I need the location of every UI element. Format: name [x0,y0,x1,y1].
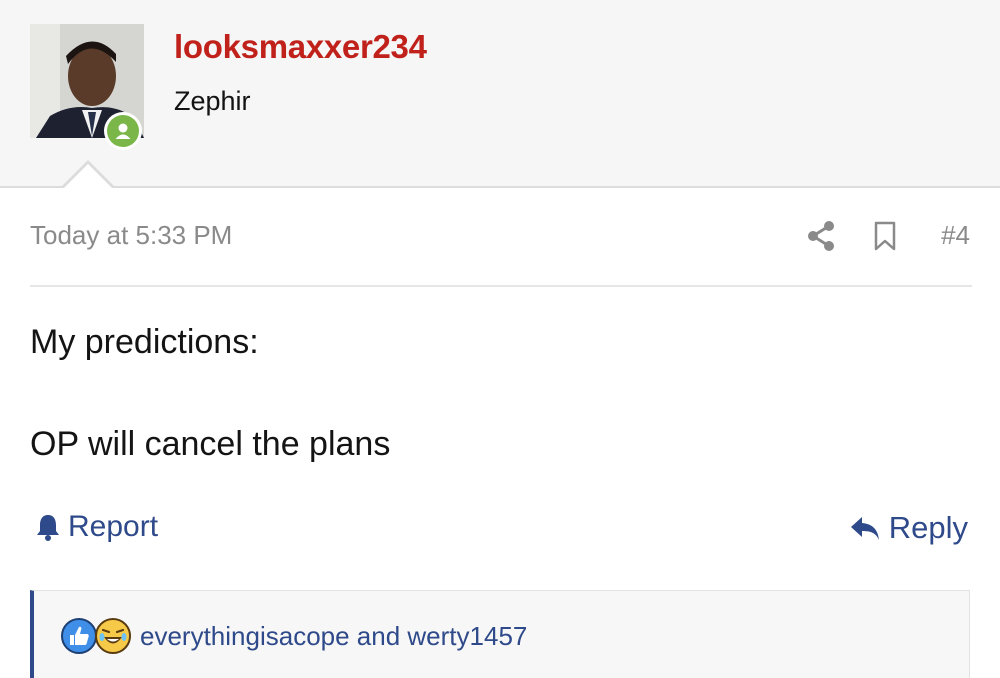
reply-label: Reply [888,510,968,545]
post-body-line: My predictions: [30,323,259,361]
header-pointer-fill [62,164,114,190]
user-icon [115,123,131,139]
user-header: looksmaxxer234 Zephir [0,0,1000,188]
reaction-users-link[interactable]: everythingisacope and werty1457 [140,621,527,652]
post-body: My predictions: OP will cancel the plans [30,322,390,464]
post-number-link[interactable]: #4 [941,220,970,251]
bell-icon [37,515,59,541]
report-button[interactable]: Report [34,510,158,544]
reply-arrow-icon [850,517,879,540]
bookmark-icon[interactable] [872,220,898,252]
reply-button[interactable]: Reply [849,510,968,546]
user-title: Zephir [174,86,251,116]
laugh-icon [95,618,131,654]
share-icon[interactable] [806,220,836,252]
report-label: Report [68,510,159,543]
like-icon [61,618,97,654]
reactions-bar: everythingisacope and werty1457 [30,590,970,678]
forum-post: looksmaxxer234 Zephir Today at 5:33 PM #… [0,0,1000,678]
post-date[interactable]: Today at 5:33 PM [30,220,232,251]
username-link[interactable]: looksmaxxer234 [174,28,427,66]
divider [30,285,972,287]
post-body-line: OP will cancel the plans [30,425,391,463]
online-status-badge [104,112,142,150]
reaction-icons[interactable] [60,617,140,657]
